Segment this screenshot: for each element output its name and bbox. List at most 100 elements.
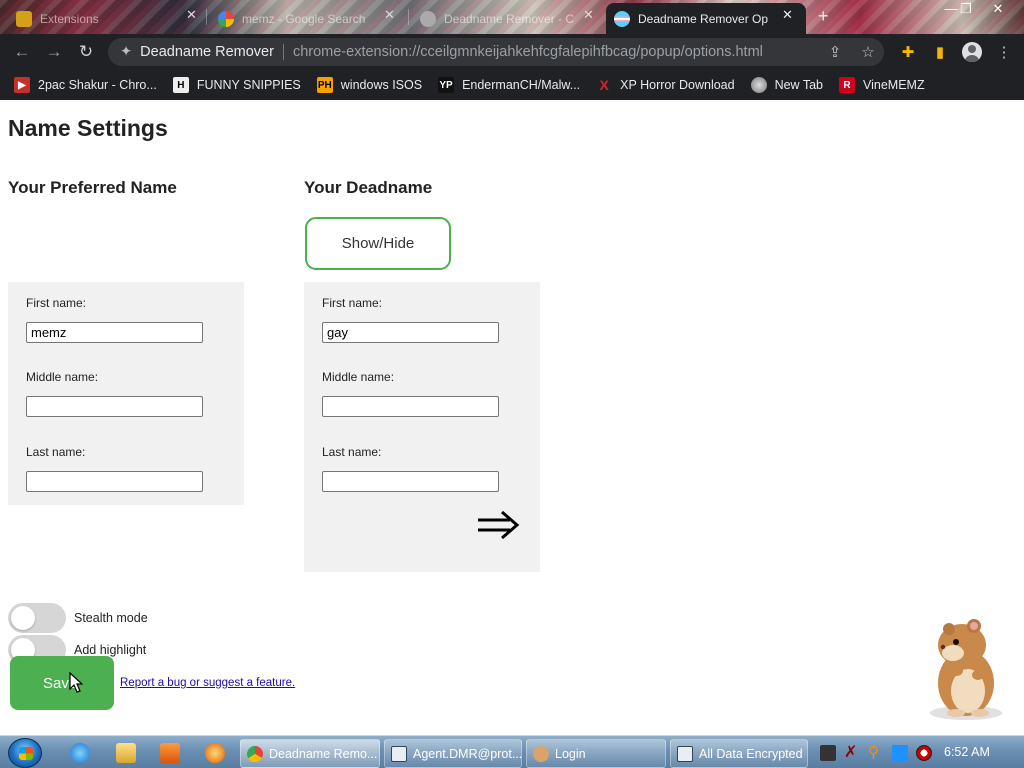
windows-taskbar: Deadname Remo... Agent.DMR@prot... Login… (0, 735, 1024, 768)
site-name: Deadname Remover (140, 44, 274, 60)
stealth-mode-row: Stealth mode (8, 603, 148, 633)
app-shortcut-icon[interactable] (205, 743, 225, 763)
tab-extensions[interactable]: Extensions (8, 3, 204, 34)
tab-separator (206, 9, 207, 25)
ph-logo-icon: PH (316, 77, 333, 93)
extensions-puzzle-icon[interactable]: ✚ (892, 36, 924, 68)
bookmark-label: FUNNY SNIPPIES (196, 78, 301, 92)
reload-icon[interactable]: ↻ (70, 36, 102, 68)
stealth-mode-label: Stealth mode (74, 611, 148, 625)
browser-tab-strip: Extensions ✕ memz - Google Search ✕ Dead… (0, 0, 1024, 34)
bookmark-label: EndermanCH/Malw... (462, 78, 581, 92)
save-button[interactable]: Save (10, 656, 114, 710)
deadname-heading: Your Deadname (304, 178, 433, 197)
preferred-middle-name-input[interactable] (26, 396, 203, 417)
menu-kebab-icon[interactable]: ⋮ (988, 36, 1020, 68)
tab-title: Deadname Remover Op (638, 11, 768, 26)
toolbar-right-actions: ⇪ ☆ ✚ ▮ ⋮ (819, 34, 1024, 70)
forward-icon[interactable]: → (38, 36, 70, 68)
user-icon (533, 745, 549, 762)
letter-h-icon: H (172, 77, 189, 93)
middle-name-label: Middle name: (26, 370, 99, 384)
new-tab-icon[interactable]: + (818, 6, 829, 27)
x-logo-icon: X (599, 77, 609, 93)
side-panel-icon[interactable]: ▮ (924, 36, 956, 68)
first-name-label: First name: (26, 296, 87, 310)
deadname-first-name-input[interactable] (322, 322, 499, 343)
hamster-mascot-icon[interactable] (916, 613, 1010, 723)
magnifier-icon[interactable]: ⚲ (868, 745, 884, 761)
tab-deadname-remover[interactable]: Deadname Remover - C (412, 3, 604, 34)
first-name-label: First name: (322, 296, 383, 310)
deadname-last-name-input[interactable] (322, 471, 499, 492)
taskbar-button-label: Login (555, 746, 586, 761)
add-highlight-label: Add highlight (74, 643, 147, 657)
taskbar-button-login[interactable]: Login (526, 739, 666, 768)
tab-title: memz - Google Search (242, 11, 366, 26)
address-bar[interactable]: ✦ Deadname Remover chrome-extension://cc… (108, 38, 884, 66)
clock[interactable]: 6:52 AM (944, 745, 990, 759)
puzzle-icon (16, 10, 32, 27)
volume-icon[interactable] (916, 745, 932, 761)
back-icon[interactable]: ← (6, 36, 38, 68)
tray-x-icon[interactable]: ✗ (844, 745, 860, 761)
preferred-name-panel: First name: Middle name: Last name: (8, 282, 244, 505)
last-name-label: Last name: (322, 445, 382, 459)
tab-separator (408, 9, 409, 25)
options-page: Name Settings Your Preferred Name Your D… (0, 103, 1024, 735)
window-icon (391, 745, 407, 762)
close-window-icon[interactable]: ✕ (983, 0, 1013, 18)
bookmark-item[interactable]: H FUNNY SNIPPIES (172, 77, 301, 93)
bookmark-item[interactable]: YP EndermanCH/Malw... (438, 77, 580, 93)
preferred-last-name-input[interactable] (26, 471, 203, 492)
taskbar-button-label: Agent.DMR@prot... (413, 746, 522, 761)
double-arrow-right-icon[interactable] (476, 508, 520, 542)
bookmark-item[interactable]: ▶ 2pac Shakur - Chro... (14, 77, 157, 93)
puzzle-icon: ✦ (120, 44, 133, 60)
internet-explorer-icon[interactable] (70, 743, 90, 763)
trans-flag-icon (614, 10, 630, 27)
folder-icon[interactable] (116, 743, 136, 763)
report-bug-link[interactable]: Report a bug or suggest a feature. (120, 677, 295, 689)
bookmark-item[interactable]: R VineMEMZ (839, 77, 925, 93)
bookmark-label: XP Horror Download (620, 78, 735, 92)
tab-google-search[interactable]: memz - Google Search (210, 3, 406, 34)
bookmark-label: New Tab (774, 78, 823, 92)
star-icon[interactable]: ☆ (852, 36, 884, 68)
window-icon (677, 745, 693, 762)
taskbar-button-agent[interactable]: Agent.DMR@prot... (384, 739, 522, 768)
bookmark-label: windows ISOS (340, 78, 423, 92)
share-icon[interactable]: ⇪ (819, 36, 851, 68)
page-title: Name Settings (8, 115, 168, 141)
chrome-icon (247, 745, 263, 762)
mouse-cursor-icon (69, 672, 83, 693)
deadname-middle-name-input[interactable] (322, 396, 499, 417)
omnibox-separator (282, 44, 284, 60)
bookmark-item[interactable]: PH windows ISOS (316, 77, 423, 93)
bookmarks-bar: ▶ 2pac Shakur - Chro... H FUNNY SNIPPIES… (0, 70, 1024, 100)
browser-toolbar: ← → ↻ ✦ Deadname Remover chrome-extensio… (0, 34, 1024, 70)
tray-app-icon[interactable] (820, 745, 836, 761)
bookmark-item[interactable]: New Tab (750, 77, 823, 93)
deadname-panel: First name: Middle name: Last name: (304, 282, 540, 572)
last-name-label: Last name: (26, 445, 86, 459)
google-icon (218, 10, 234, 27)
taskbar-button-label: Deadname Remo... (269, 746, 378, 761)
bookmark-item[interactable]: X XP Horror Download (596, 77, 735, 93)
tab-deadname-options[interactable]: Deadname Remover Op (606, 3, 806, 34)
r-logo-icon: R (839, 77, 855, 93)
media-player-icon[interactable] (160, 743, 180, 763)
preferred-name-heading: Your Preferred Name (8, 178, 177, 197)
network-icon[interactable] (892, 745, 908, 761)
avatar (962, 42, 982, 62)
taskbar-button-chrome[interactable]: Deadname Remo... (240, 739, 380, 768)
preferred-first-name-input[interactable] (26, 322, 203, 343)
yp-logo-icon: YP (438, 77, 455, 93)
profile-icon[interactable] (956, 36, 988, 68)
show-hide-button[interactable]: Show/Hide (305, 217, 451, 270)
restore-icon[interactable]: ❐ (951, 0, 981, 18)
tab-title: Deadname Remover - C (444, 11, 575, 26)
stealth-mode-toggle[interactable] (8, 603, 66, 633)
start-button-icon[interactable] (8, 738, 42, 768)
taskbar-button-encrypted[interactable]: All Data Encrypted (670, 739, 808, 768)
